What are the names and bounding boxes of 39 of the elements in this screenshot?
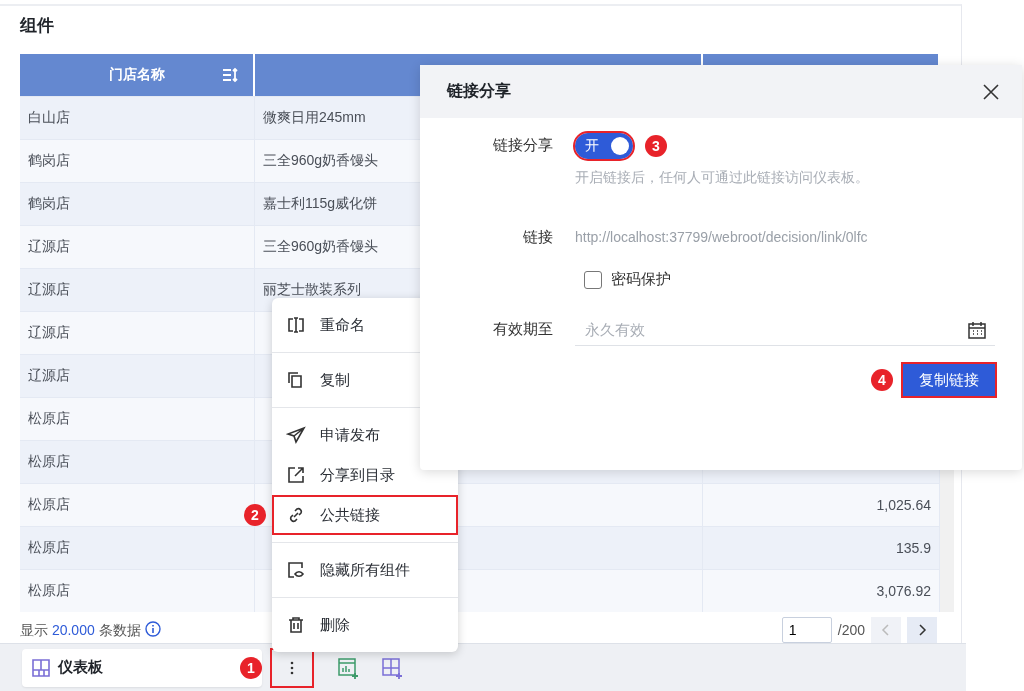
menu-item[interactable]: 复制 <box>272 360 458 400</box>
calendar-icon[interactable] <box>967 319 987 340</box>
step-badge: 1 <box>240 656 262 679</box>
copy-link-button[interactable]: 复制链接 <box>903 364 995 396</box>
column-header[interactable]: 门店名称 <box>20 54 255 96</box>
dashboard-tab[interactable]: 仪表板 1 <box>22 648 262 687</box>
share-icon <box>286 465 306 485</box>
page-total: /200 <box>837 622 865 638</box>
rename-icon <box>286 315 306 335</box>
panel-title: 组件 <box>20 15 55 37</box>
checkbox-label: 密码保护 <box>611 270 671 289</box>
date-input[interactable]: 永久有效 <box>583 320 967 339</box>
send-icon <box>286 425 306 445</box>
page-input[interactable]: 1 <box>781 617 832 643</box>
step-badge: 3 <box>645 135 667 157</box>
add-table-icon[interactable] <box>380 655 404 680</box>
step-badge: 4 <box>871 369 893 391</box>
menu-item[interactable]: 删除 <box>272 605 458 645</box>
trash-icon <box>286 615 306 635</box>
info-icon <box>144 620 161 637</box>
field-label: 有效期至 <box>492 319 553 339</box>
hide-icon <box>286 560 306 580</box>
checkbox[interactable] <box>584 270 602 289</box>
table-cell: 松原店 <box>20 570 255 612</box>
sort-icon[interactable] <box>221 66 239 84</box>
dashboard-icon <box>32 658 50 677</box>
chevron-right-icon <box>917 623 927 637</box>
add-chart-icon[interactable] <box>336 655 360 680</box>
chevron-left-icon <box>881 623 891 637</box>
menu-item[interactable]: 公共链接 <box>272 495 458 535</box>
menu-item[interactable]: 隐藏所有组件 <box>272 550 458 590</box>
share-switch[interactable]: 开 <box>575 133 633 159</box>
row-count-text: 显示 20.000 条数据 <box>20 620 161 640</box>
close-button[interactable] <box>982 82 1000 101</box>
more-icon <box>290 660 294 675</box>
next-page-button[interactable] <box>907 617 937 643</box>
tab-label: 仪表板 <box>58 658 103 677</box>
menu-item[interactable]: 分享到目录 <box>272 455 458 495</box>
field-label: 链接 <box>522 227 553 247</box>
